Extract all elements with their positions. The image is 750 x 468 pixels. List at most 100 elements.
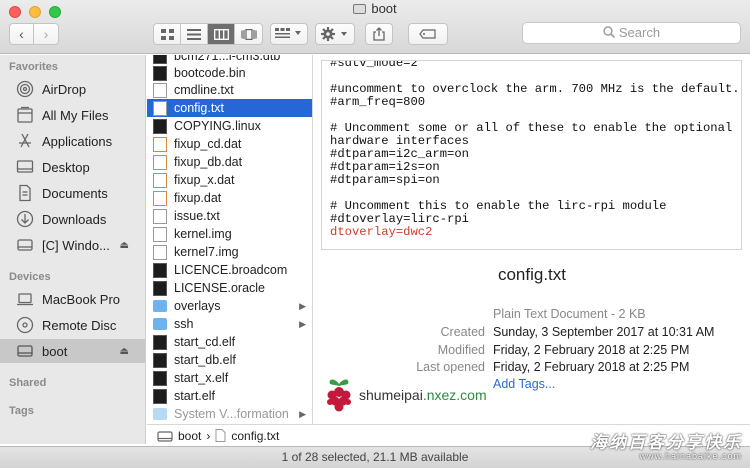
file-row-selected[interactable]: config.txt <box>147 99 312 117</box>
logo-brand: shumeipai <box>359 387 423 403</box>
sidebar-item-macbook-pro[interactable]: MacBook Pro <box>0 287 145 311</box>
all-files-icon <box>16 106 34 124</box>
file-name: LICENSE.oracle <box>174 281 266 295</box>
laptop-icon <box>16 290 34 308</box>
binary-file-icon <box>153 118 167 134</box>
sidebar-item-boot[interactable]: boot ⏏ <box>0 339 145 363</box>
logo-text: shumeipai.nxez.com <box>359 387 487 403</box>
file-name: start_cd.elf <box>174 335 236 349</box>
arrange-button[interactable] <box>270 23 308 45</box>
icon-view-button[interactable] <box>154 24 181 44</box>
applications-icon <box>16 132 34 150</box>
path-item-boot[interactable]: boot <box>178 429 201 443</box>
share-button[interactable] <box>365 23 393 45</box>
file-row[interactable]: fixup_db.dat <box>147 153 312 171</box>
file-row[interactable]: LICENCE.broadcom <box>147 261 312 279</box>
data-file-icon <box>153 136 167 152</box>
action-button[interactable] <box>315 23 355 45</box>
path-item-file[interactable]: config.txt <box>231 429 279 443</box>
sidebar-item-label: [C] Windo... <box>42 237 110 253</box>
file-row[interactable]: issue.txt <box>147 207 312 225</box>
disclosure-arrow-icon: ▶ <box>299 318 306 329</box>
binary-file-icon <box>153 262 167 278</box>
desktop-icon <box>16 158 34 176</box>
file-row[interactable]: bootcode.bin <box>147 64 312 82</box>
favorites-header: Favorites <box>9 61 58 73</box>
file-row[interactable]: start_cd.elf <box>147 333 312 351</box>
file-row[interactable]: kernel7.img <box>147 243 312 261</box>
file-name: COPYING.linux <box>174 119 261 133</box>
sidebar-item-windows-drive[interactable]: [C] Windo... ⏏ <box>0 233 145 257</box>
back-button[interactable]: ‹ <box>9 23 34 45</box>
downloads-icon <box>16 210 34 228</box>
data-file-icon <box>153 172 167 188</box>
file-row[interactable]: COPYING.linux <box>147 117 312 135</box>
list-view-icon <box>187 28 201 40</box>
sidebar-item-desktop[interactable]: Desktop <box>0 155 145 179</box>
file-preview-text[interactable]: #sdtv_mode=2 #uncomment to overclock the… <box>321 60 742 250</box>
file-kind: Plain Text Document - 2 KB <box>493 307 646 321</box>
file-name: LICENCE.broadcom <box>174 263 288 277</box>
sidebar-item-all-my-files[interactable]: All My Files <box>0 103 145 127</box>
text-file-icon <box>215 429 226 442</box>
column-view-button[interactable] <box>208 24 235 44</box>
eject-icon[interactable]: ⏏ <box>120 346 129 357</box>
eject-icon[interactable]: ⏏ <box>120 240 129 251</box>
path-separator: › <box>206 428 211 443</box>
devices-header: Devices <box>9 271 51 283</box>
text-file-icon <box>153 226 167 242</box>
file-row[interactable]: start_x.elf <box>147 369 312 387</box>
file-name: bootcode.bin <box>174 66 246 80</box>
file-name: fixup_x.dat <box>174 173 235 187</box>
tags-button[interactable] <box>408 23 448 45</box>
file-row[interactable]: fixup_x.dat <box>147 171 312 189</box>
tags-header: Tags <box>9 405 34 417</box>
folder-row[interactable]: overlays ▶ <box>147 297 312 315</box>
file-name: issue.txt <box>174 209 220 223</box>
file-name: fixup_db.dat <box>174 155 243 169</box>
sidebar-item-documents[interactable]: Documents <box>0 181 145 205</box>
code-line: #sdtv_mode=2 <box>330 60 418 70</box>
sidebar-item-downloads[interactable]: Downloads <box>0 207 145 231</box>
file-row[interactable]: LICENSE.oracle <box>147 279 312 297</box>
folder-row[interactable]: ssh ▶ <box>147 315 312 333</box>
folder-icon <box>153 318 167 330</box>
file-name: fixup.dat <box>174 191 222 205</box>
add-tags-link[interactable]: Add Tags... <box>493 377 555 391</box>
sidebar-item-applications[interactable]: Applications <box>0 129 145 153</box>
file-row[interactable]: cmdline.txt <box>147 81 312 99</box>
file-row[interactable]: fixup_cd.dat <box>147 135 312 153</box>
created-label: Created <box>440 325 485 339</box>
file-row[interactable]: start_db.elf <box>147 351 312 369</box>
window-title-label: boot <box>371 1 397 16</box>
sidebar-item-remote-disc[interactable]: Remote Disc <box>0 313 145 337</box>
modified-value: Friday, 2 February 2018 at 2:25 PM <box>493 343 690 357</box>
cover-flow-button[interactable] <box>235 24 262 44</box>
data-file-icon <box>153 154 167 170</box>
created-value: Sunday, 3 September 2017 at 10:31 AM <box>493 325 715 339</box>
file-name: kernel.img <box>174 227 232 241</box>
sidebar: Favorites AirDrop All My Files Applicati… <box>0 55 146 444</box>
text-file-icon <box>153 208 167 224</box>
sidebar-item-label: AirDrop <box>42 81 87 97</box>
forward-button[interactable]: › <box>34 23 59 45</box>
column-view-icon <box>213 28 229 40</box>
sidebar-item-label: All My Files <box>42 107 109 123</box>
file-row[interactable]: fixup.dat <box>147 189 312 207</box>
file-row[interactable]: kernel.img <box>147 225 312 243</box>
file-name: fixup_cd.dat <box>174 137 242 151</box>
list-view-button[interactable] <box>181 24 208 44</box>
disclosure-arrow-icon: ▶ <box>299 408 306 419</box>
folder-row[interactable]: System V...formation ▶ <box>147 405 312 423</box>
gear-icon <box>321 27 347 41</box>
window-title: boot <box>0 1 750 16</box>
search-icon <box>603 26 615 39</box>
sidebar-item-label: Documents <box>42 185 108 201</box>
watermark: 海纳百客分享快乐 www.hainabaike.com <box>590 428 742 461</box>
text-file-icon <box>153 82 167 98</box>
search-field[interactable]: Search <box>522 22 741 44</box>
file-row[interactable]: start.elf <box>147 387 312 405</box>
file-name: config.txt <box>174 101 225 115</box>
sidebar-item-airdrop[interactable]: AirDrop <box>0 77 145 101</box>
text-file-icon <box>153 244 167 260</box>
